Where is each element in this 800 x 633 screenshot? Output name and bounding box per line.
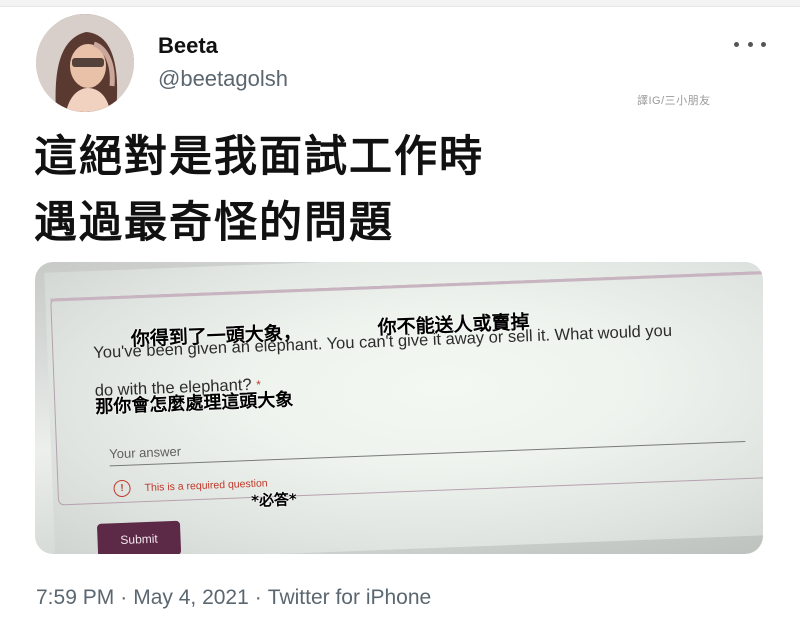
tweet-time[interactable]: 7:59 PM: [36, 586, 114, 609]
error-message: ! This is a required question: [113, 474, 268, 498]
avatar-photo: [36, 14, 134, 112]
form-screen-photo: 你得到了一頭大象， 你不能送人或賣掉 You've been given an …: [44, 262, 763, 554]
submit-button[interactable]: Submit: [96, 520, 182, 554]
tweet-meta: 7:59 PM · May 4, 2021 · Twitter for iPhone: [36, 586, 431, 610]
question-card: 你得到了一頭大象， 你不能送人或賣掉 You've been given an …: [50, 271, 763, 510]
display-name[interactable]: Beeta: [158, 33, 218, 59]
tweet-date[interactable]: May 4, 2021: [133, 586, 249, 609]
error-icon: !: [113, 479, 131, 498]
tweet-media-image[interactable]: 你得到了一頭大象， 你不能送人或賣掉 You've been given an …: [35, 262, 763, 554]
dot: [761, 41, 766, 47]
answer-input[interactable]: [108, 417, 746, 467]
avatar[interactable]: [36, 14, 134, 112]
translation-watermark: 譯IG/三小朋友: [637, 95, 711, 107]
tweet-text: 這絕對是我面試工作時 遇過最奇怪的問題: [34, 124, 764, 256]
card-accent-bar: [50, 271, 763, 302]
tweet-text-line-1: 這絕對是我面試工作時: [34, 132, 484, 182]
top-divider: [0, 0, 800, 7]
tweet-source[interactable]: Twitter for iPhone: [268, 586, 431, 609]
chinese-caption-required: *必答*: [250, 490, 298, 511]
separator: ·: [254, 586, 262, 609]
dot: [734, 41, 739, 47]
user-handle[interactable]: @beetagolsh: [158, 66, 288, 92]
tweet-text-line-2: 遇過最奇怪的問題: [34, 198, 394, 248]
dot: [747, 41, 753, 47]
separator: ·: [120, 586, 128, 609]
error-text: This is a required question: [144, 476, 268, 494]
more-dots-icon[interactable]: [734, 34, 766, 54]
